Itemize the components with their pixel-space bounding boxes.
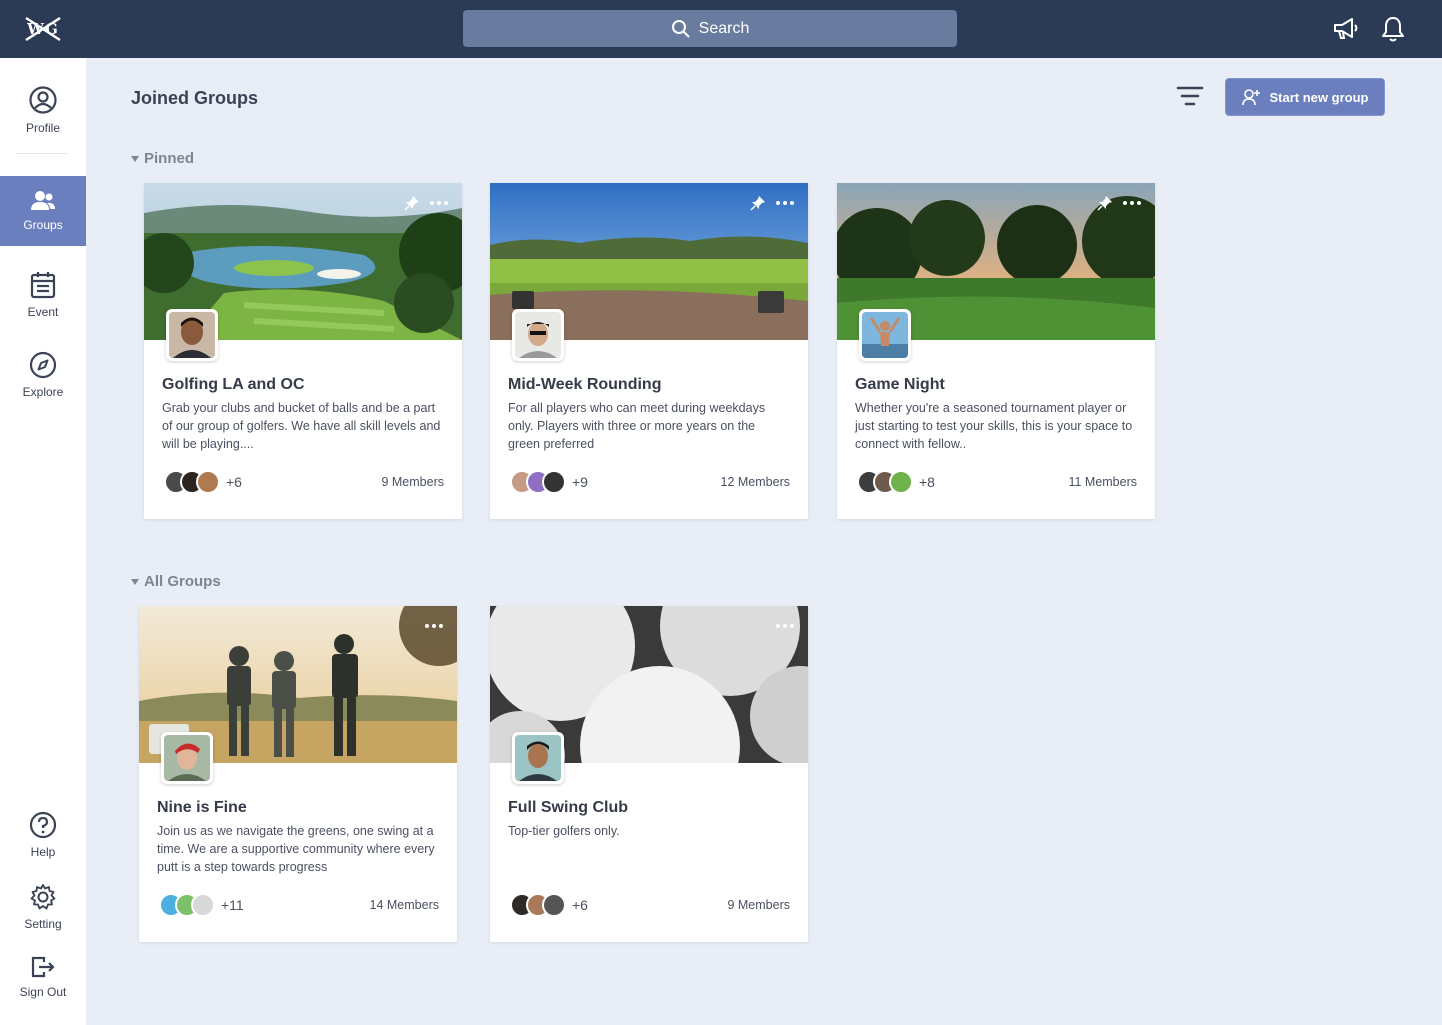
add-user-icon [1241, 89, 1260, 106]
more-members-count: +11 [221, 897, 244, 913]
group-card[interactable]: Mid-Week Rounding For all players who ca… [490, 183, 808, 519]
section-title: Pinned [144, 150, 195, 167]
sidebar: Profile Groups Event Explore Help Settin… [0, 58, 86, 1025]
search-icon [671, 19, 690, 38]
avatar [196, 470, 220, 494]
sidebar-item-label: Event [27, 305, 59, 319]
more-options-icon[interactable] [1123, 201, 1141, 205]
group-description: Whether you're a seasoned tournament pla… [855, 401, 1133, 451]
user-circle-icon [29, 86, 57, 114]
more-options-icon[interactable] [425, 624, 443, 628]
bell-icon[interactable] [1378, 14, 1408, 44]
sign-out-icon [31, 956, 55, 978]
more-options-icon[interactable] [430, 201, 448, 205]
group-avatar [859, 309, 911, 361]
more-options-icon[interactable] [776, 624, 794, 628]
sidebar-item-event[interactable]: Event [0, 271, 86, 319]
sidebar-item-label: Profile [25, 121, 60, 135]
app-logo[interactable]: WG [22, 14, 64, 44]
group-avatar [512, 309, 564, 361]
avatar [889, 470, 913, 494]
member-count: 11 Members [1068, 475, 1137, 489]
group-card[interactable]: Full Swing Club Top-tier golfers only. +… [490, 606, 808, 942]
sidebar-item-sign-out[interactable]: Sign Out [0, 955, 86, 999]
member-count: 12 Members [720, 475, 790, 489]
sidebar-item-profile[interactable]: Profile [0, 85, 86, 135]
member-count: 9 Members [727, 898, 790, 912]
top-bar: WG Search [0, 0, 1442, 58]
sidebar-item-help[interactable]: Help [0, 811, 86, 859]
sidebar-item-label: Sign Out [19, 985, 67, 999]
group-card[interactable]: Nine is Fine Join us as we navigate the … [139, 606, 457, 942]
member-count: 9 Members [381, 475, 444, 489]
sidebar-item-label: Setting [24, 917, 62, 931]
filter-icon[interactable] [1176, 85, 1204, 109]
sidebar-item-label: Help [30, 845, 56, 859]
section-pinned-toggle[interactable]: Pinned [131, 150, 194, 167]
group-title[interactable]: Full Swing Club [508, 799, 628, 817]
group-description: For all players who can meet during week… [508, 401, 766, 451]
section-title: All Groups [144, 573, 221, 590]
calendar-icon [30, 272, 56, 299]
sidebar-item-label: Explore [22, 385, 64, 399]
search-bar[interactable]: Search [463, 10, 957, 47]
group-title[interactable]: Nine is Fine [157, 799, 247, 817]
member-avatars[interactable]: +8 [857, 470, 935, 494]
group-avatar [161, 732, 213, 784]
group-description: Grab your clubs and bucket of balls and … [162, 401, 441, 451]
logo-text: WG [27, 20, 59, 38]
megaphone-icon[interactable] [1331, 14, 1361, 44]
group-title[interactable]: Golfing LA and OC [162, 376, 305, 394]
pin-icon[interactable] [1097, 195, 1113, 211]
collapse-triangle-icon [131, 578, 139, 585]
more-members-count: +9 [572, 474, 588, 490]
collapse-triangle-icon [131, 155, 139, 162]
page-title: Joined Groups [131, 88, 259, 108]
group-avatar [166, 309, 218, 361]
more-members-count: +6 [226, 474, 242, 490]
sidebar-item-groups[interactable]: Groups [0, 176, 86, 246]
more-options-icon[interactable] [776, 201, 794, 205]
group-card[interactable]: Game Night Whether you're a seasoned tou… [837, 183, 1155, 519]
sidebar-item-label: Groups [23, 218, 63, 232]
sidebar-item-setting[interactable]: Setting [0, 883, 86, 931]
group-description: Top-tier golfers only. [508, 824, 620, 838]
search-label: Search [698, 19, 750, 37]
section-all-groups-toggle[interactable]: All Groups [131, 573, 221, 590]
group-title[interactable]: Game Night [855, 376, 945, 394]
group-avatar [512, 732, 564, 784]
pin-icon[interactable] [404, 195, 420, 211]
start-new-group-label: Start new group [1269, 89, 1369, 105]
avatar [191, 893, 215, 917]
compass-icon [29, 351, 57, 379]
sidebar-divider [16, 153, 68, 154]
users-icon [31, 191, 55, 210]
member-count: 14 Members [369, 898, 439, 912]
group-description: Join us as we navigate the greens, one s… [157, 824, 435, 874]
member-avatars[interactable]: +11 [159, 893, 244, 917]
help-icon [29, 811, 57, 839]
gear-icon [30, 884, 56, 910]
sidebar-item-explore[interactable]: Explore [0, 351, 86, 399]
member-avatars[interactable]: +6 [510, 893, 588, 917]
group-card[interactable]: Golfing LA and OC Grab your clubs and bu… [144, 183, 462, 519]
member-avatars[interactable]: +6 [164, 470, 242, 494]
start-new-group-button[interactable]: Start new group [1225, 78, 1385, 116]
member-avatars[interactable]: +9 [510, 470, 588, 494]
avatar [542, 470, 566, 494]
more-members-count: +8 [919, 474, 935, 490]
pin-icon[interactable] [750, 195, 766, 211]
avatar [542, 893, 566, 917]
more-members-count: +6 [572, 897, 588, 913]
group-title[interactable]: Mid-Week Rounding [508, 376, 661, 394]
